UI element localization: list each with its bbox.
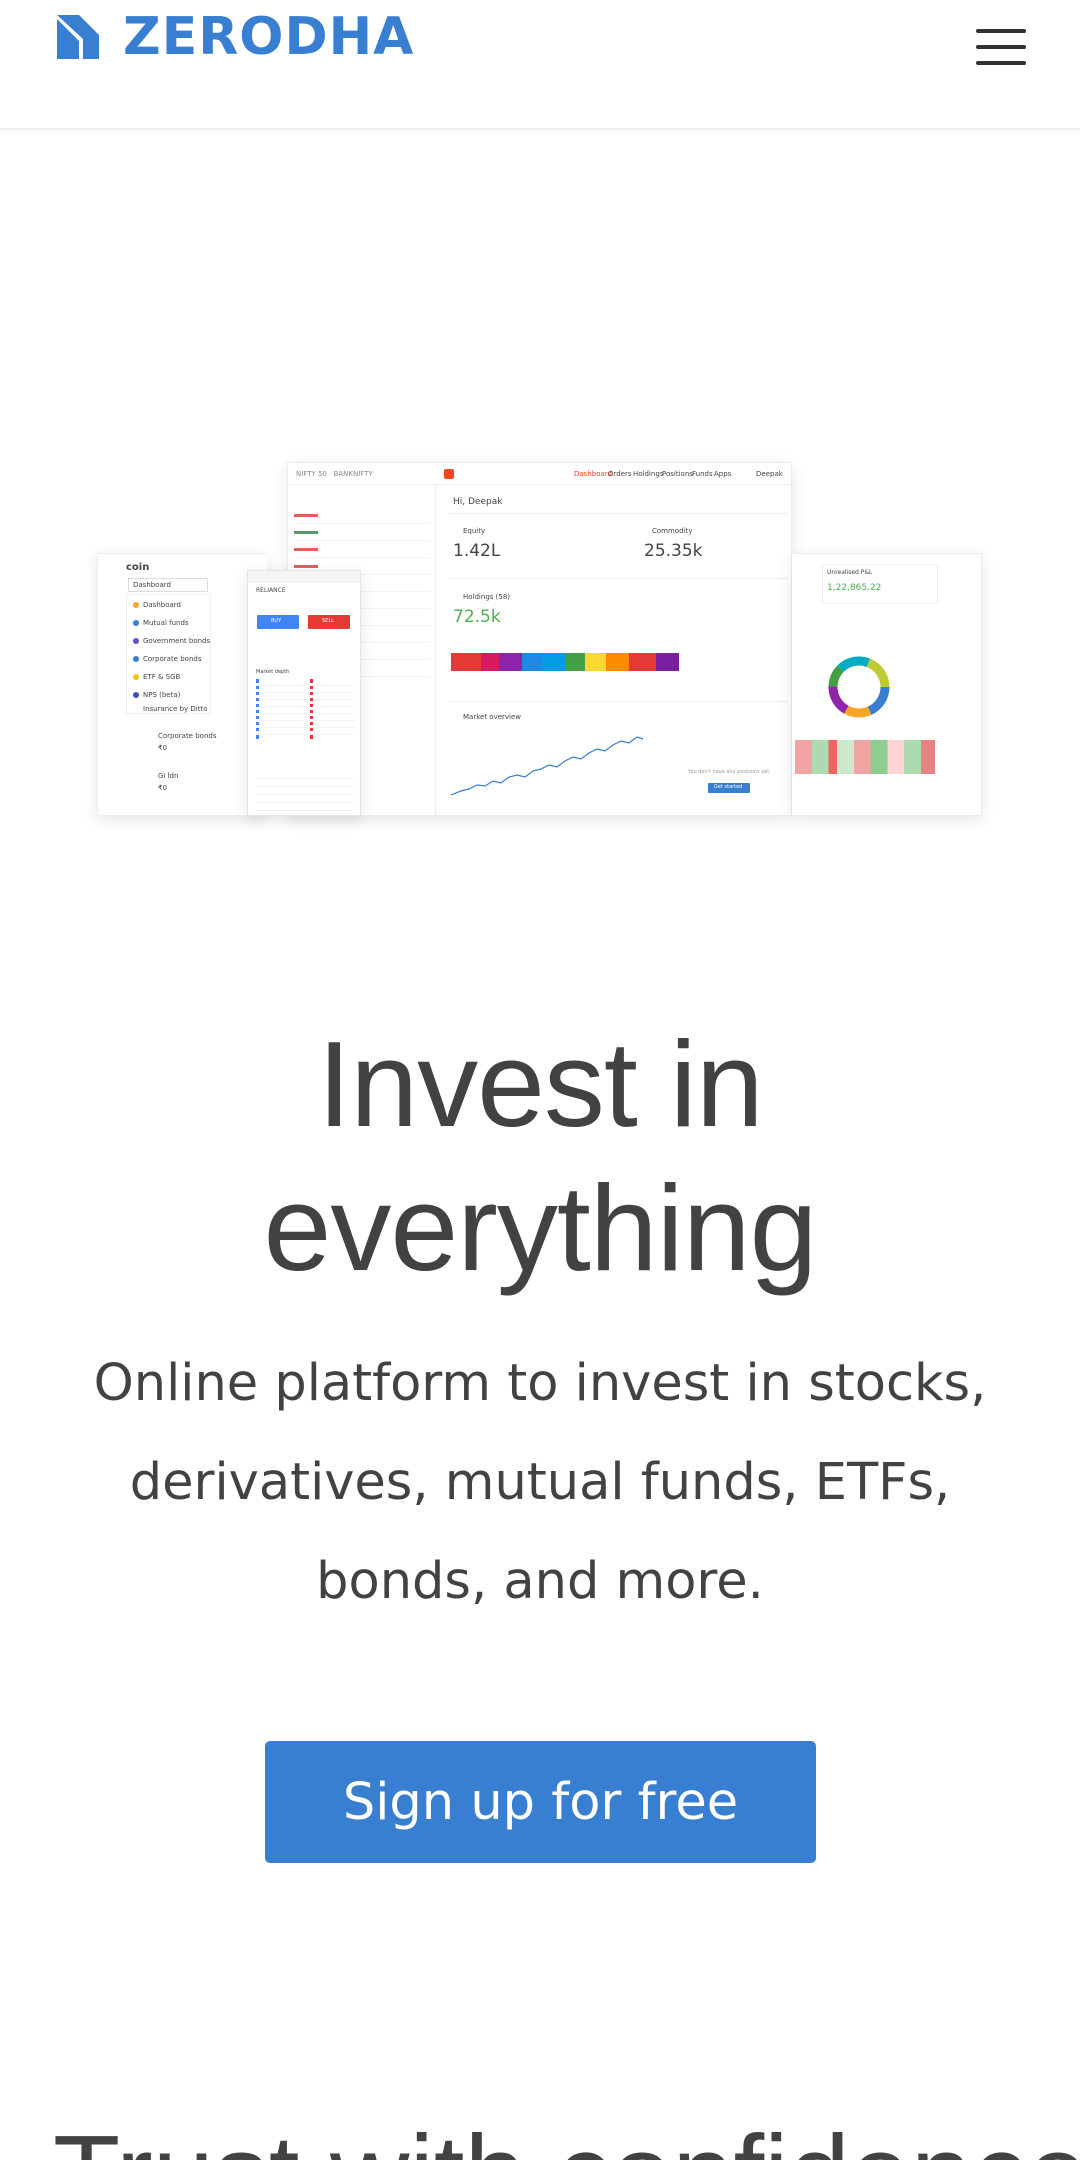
get-started-label: Get started [714, 784, 743, 790]
hero-headline: Invest in everything [0, 1012, 1080, 1300]
next-section-heading: Trust with confidence [53, 2120, 1080, 2160]
hero-headline-line1: Invest in [317, 1016, 763, 1152]
unrealised-pnl-value: 1,22,865.22 [827, 583, 882, 593]
kite-nav: Holdings [633, 470, 664, 478]
holdings-label: Holdings (58) [463, 593, 511, 601]
equity-label: Equity [463, 527, 486, 535]
logo-text: ZERODHA [123, 7, 415, 67]
hero-subtext: Online platform to invest in stocks, der… [93, 1354, 987, 1611]
coin-menu-item: Mutual funds [143, 619, 189, 627]
coin-row: ₹0 [158, 744, 167, 752]
signup-button[interactable]: Sign up for free [265, 1741, 816, 1863]
coin-menu-item: Dashboard [143, 601, 181, 609]
kite-dashboard-panel: NIFTY 50 BANKNIFTY Dashboard Orders Hold… [287, 462, 792, 816]
coin-brand: coin [126, 562, 150, 573]
coin-row: Gi ldn [158, 772, 179, 780]
market-overview-label: Market overview [463, 713, 522, 721]
get-started-button: Get started [708, 783, 750, 793]
coin-menu: Dashboard Mutual funds Government bonds … [126, 594, 211, 714]
order-sell-button: SELL [308, 615, 350, 629]
order-sell-label: SELL [322, 618, 334, 624]
hero-headline-line2: everything [263, 1160, 818, 1296]
commodity-label: Commodity [652, 527, 693, 535]
portfolio-panel: Unrealised P&L 1,22,865.22 [792, 553, 982, 816]
order-symbol: RELIANCE [256, 587, 286, 594]
top-navbar: ZERODHA [0, 0, 1080, 129]
zerodha-logo-icon [57, 15, 99, 59]
hamburger-menu-icon[interactable] [976, 27, 1026, 67]
order-buy-button: BUY [257, 615, 299, 629]
coin-menu-item: Corporate bonds [143, 655, 202, 663]
coin-menu-item: Insurance by Ditto [143, 705, 208, 713]
empty-positions-text: You don't have any positions yet [688, 769, 770, 775]
holdings-bar [451, 653, 679, 671]
kite-nav: Dashboard [574, 470, 612, 478]
order-window-panel: RELIANCE BUY SELL Market depth [247, 570, 361, 816]
commodity-value: 25.35k [644, 541, 703, 561]
coin-menu-item: Government bonds [143, 637, 211, 645]
coin-row: Corporate bonds [158, 732, 217, 740]
portfolio-heatmap [795, 740, 935, 774]
market-overview-chart [451, 736, 644, 796]
coin-menu-item: ETF & SGB [143, 673, 181, 681]
coin-panel: coin Dashboard Dashboard Mutual funds Go… [97, 553, 267, 816]
kite-user: Deepak [756, 470, 783, 478]
order-buy-label: BUY [271, 618, 282, 624]
dashboard-greeting: Hi, Deepak [453, 497, 503, 507]
market-depth-title: Market depth [256, 669, 290, 675]
unrealised-pnl-label: Unrealised P&L [827, 569, 873, 576]
coin-dropdown-label: Dashboard [133, 581, 171, 589]
hero-dashboard-illustration: coin Dashboard Dashboard Mutual funds Go… [97, 462, 982, 817]
coin-dropdown: Dashboard [128, 578, 208, 592]
holdings-value: 72.5k [453, 607, 501, 627]
zerodha-logo[interactable]: ZERODHA [57, 7, 415, 67]
portfolio-donut-chart [828, 656, 890, 718]
coin-row: ₹0 [158, 784, 167, 792]
kite-nav: Apps [714, 470, 732, 478]
kite-nav: Positions [662, 470, 693, 478]
kite-nav: Funds [692, 470, 713, 478]
equity-value: 1.42L [453, 541, 501, 561]
kite-nav: Orders [608, 470, 632, 478]
coin-menu-item: NPS (beta) [143, 691, 181, 699]
